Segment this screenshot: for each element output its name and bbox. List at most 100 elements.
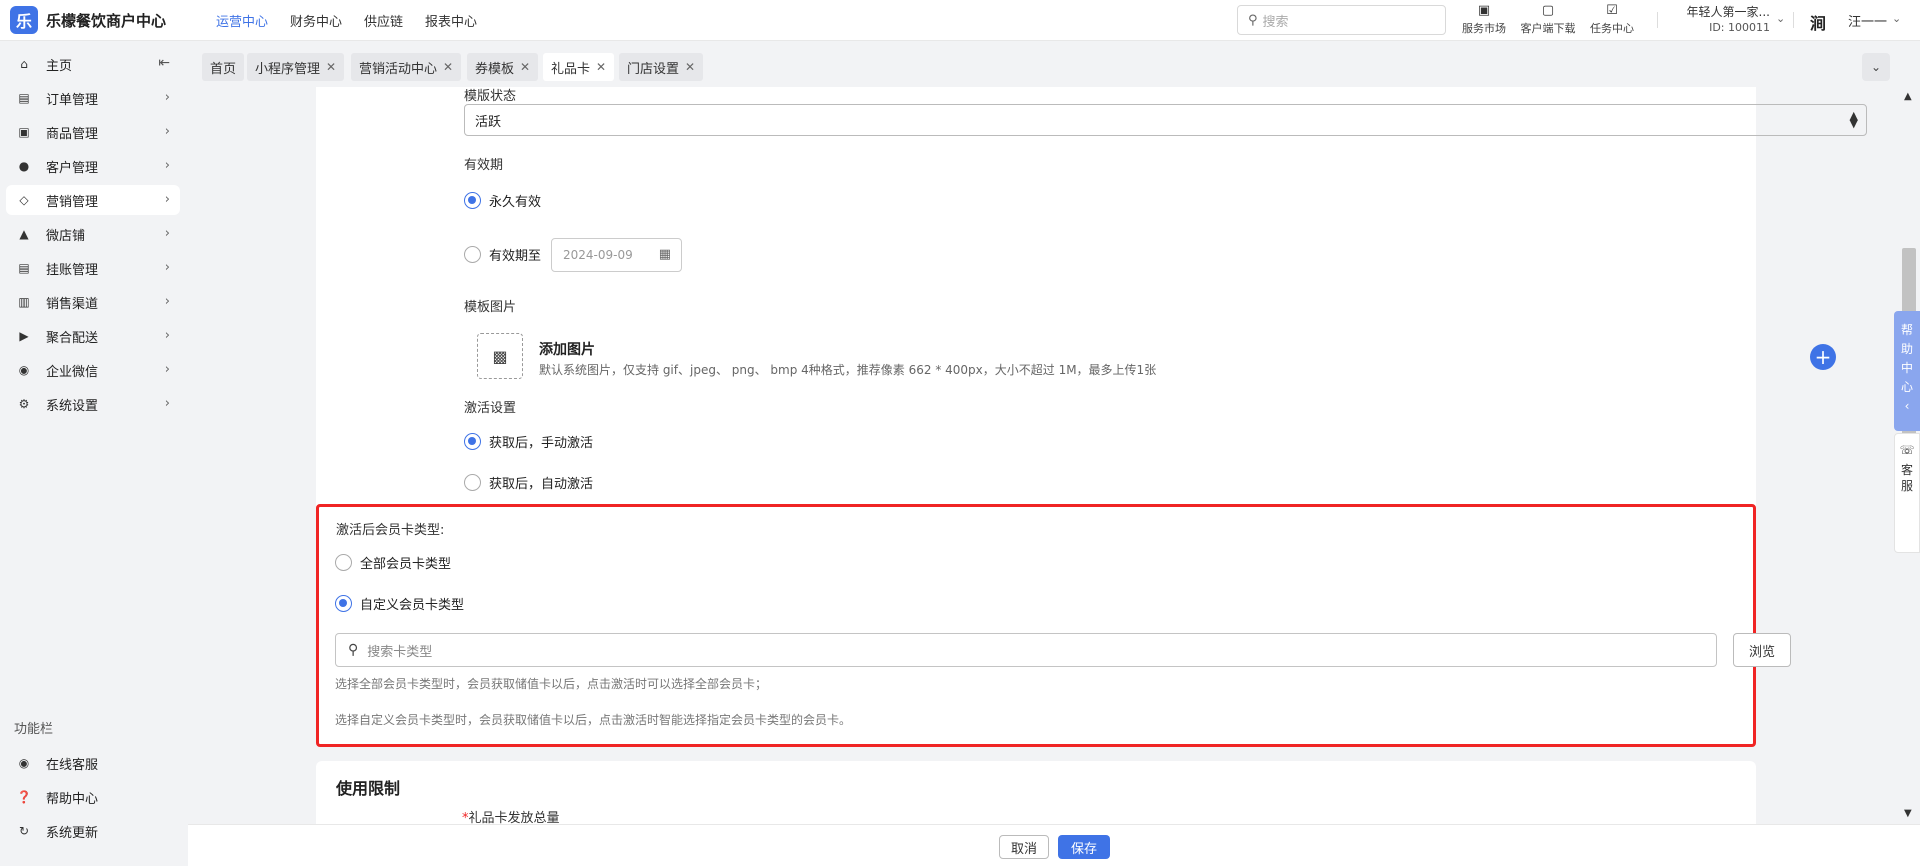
scroll-down-arrow-icon[interactable]: ▼	[1904, 808, 1912, 819]
tenant-id: ID: 100011	[1709, 21, 1770, 34]
sidebar: ⌂ 主页 ⇤ ▤ 订单管理 › ▣ 商品管理 › ● 客户管理 › ◇ 营销管理…	[0, 41, 188, 866]
tab-gift-card[interactable]: 礼品卡 ✕	[543, 53, 615, 81]
card-type-search-input[interactable]: ⚲ 搜索卡类型	[335, 633, 1717, 667]
topnav-supply-chain[interactable]: 供应链	[364, 11, 403, 30]
topnav-reports[interactable]: 报表中心	[425, 11, 477, 30]
sidebar-item-label: 订单管理	[46, 92, 99, 108]
chevron-right-icon: ›	[164, 158, 170, 173]
chevron-right-icon: ›	[164, 124, 170, 139]
logo-icon: 乐	[10, 6, 38, 34]
home-icon: ⌂	[20, 57, 28, 71]
headset-icon: ☏	[1899, 443, 1915, 457]
close-icon[interactable]: ✕	[443, 60, 453, 74]
help-char: 助	[1900, 342, 1913, 356]
close-icon[interactable]: ✕	[596, 60, 606, 74]
app-logo[interactable]: 乐 乐檬餐饮商户中心	[10, 6, 200, 34]
save-button[interactable]: 保存	[1058, 835, 1110, 859]
user-name[interactable]: 汪一一	[1848, 11, 1887, 30]
sidebar-item-settings[interactable]: ⚙ 系统设置 ›	[6, 389, 180, 419]
tool-task-center[interactable]: ☑ 任务中心	[1580, 3, 1644, 36]
sidebar-item-label: 聚合配送	[46, 330, 99, 346]
validity-date-picker[interactable]: 2024-09-09 ▦	[551, 238, 682, 272]
sidebar-item-label: 客户管理	[46, 160, 99, 176]
radio-unchecked-icon	[464, 246, 481, 263]
form-card: 模版状态 活跃 ▲ ▼ 有效期 永久有效 有效期至 2024-09-09 ▦ 模板…	[316, 87, 1867, 507]
usage-limit-title: 使用限制	[336, 779, 401, 798]
scroll-up-arrow-icon[interactable]: ▲	[1904, 91, 1912, 102]
member-type-all-radio[interactable]: 全部会员卡类型	[335, 553, 451, 572]
goods-icon: ▣	[18, 125, 30, 139]
search-icon: ⚲	[348, 642, 359, 658]
tabs-more-button[interactable]: ⌄	[1862, 53, 1890, 81]
sidebar-item-delivery[interactable]: ▶ 聚合配送 ›	[6, 321, 180, 351]
tool-label: 任务中心	[1590, 22, 1634, 35]
kefu-char: 客	[1900, 463, 1913, 477]
help-center-float[interactable]: 帮 助 中 心 ‹	[1894, 311, 1920, 431]
chevron-right-icon: ›	[164, 328, 170, 343]
radio-label: 获取后，自动激活	[489, 477, 594, 492]
topnav-operations[interactable]: 运营中心	[216, 11, 268, 30]
chevron-down-icon[interactable]: ⌄	[1892, 12, 1901, 25]
tab-mini-program[interactable]: 小程序管理 ✕	[247, 53, 345, 81]
sidebar-item-micro-shop[interactable]: ▲ 微店铺 ›	[6, 219, 180, 249]
radio-unchecked-icon	[464, 474, 481, 491]
cancel-button[interactable]: 取消	[999, 835, 1049, 859]
card-type-search-placeholder: 搜索卡类型	[367, 644, 433, 660]
tab-coupon-template[interactable]: 券模板 ✕	[467, 53, 539, 81]
help-char: 中	[1900, 361, 1913, 375]
tab-store-settings[interactable]: 门店设置 ✕	[619, 53, 704, 81]
function-help-center[interactable]: ❓ 帮助中心	[6, 782, 180, 812]
close-icon[interactable]: ✕	[520, 60, 530, 74]
sidebar-item-credit[interactable]: ▤ 挂账管理 ›	[6, 253, 180, 283]
radio-checked-icon	[335, 595, 352, 612]
activation-manual-radio[interactable]: 获取后，手动激活	[464, 432, 593, 451]
template-status-select[interactable]: 活跃 ▲ ▼	[464, 104, 1867, 136]
top-search-input[interactable]: ⚲ 搜索	[1237, 5, 1446, 35]
function-online-service[interactable]: ◉ 在线客服	[6, 748, 180, 778]
customer-service-float[interactable]: ☏ 客 服	[1894, 433, 1920, 553]
browse-button[interactable]: 浏览	[1733, 633, 1791, 667]
tool-service-market[interactable]: ▣ 服务市场	[1452, 3, 1516, 36]
chevron-down-icon[interactable]: ⌄	[1776, 12, 1785, 25]
radio-label: 永久有效	[489, 195, 542, 210]
chevron-left-icon: ‹	[1904, 399, 1910, 413]
function-system-update[interactable]: ↻ 系统更新	[6, 816, 180, 846]
chevron-down-icon: ⌄	[1870, 60, 1882, 74]
sidebar-item-customers[interactable]: ● 客户管理 ›	[6, 151, 180, 181]
sidebar-item-channels[interactable]: ▥ 销售渠道 ›	[6, 287, 180, 317]
image-icon: ▩	[492, 346, 508, 366]
member-type-custom-radio[interactable]: 自定义会员卡类型	[335, 594, 464, 613]
search-icon: ⚲	[1248, 12, 1258, 28]
tab-label: 礼品卡	[551, 61, 591, 77]
tab-home[interactable]: 首页	[202, 53, 245, 81]
sidebar-item-home[interactable]: ⌂ 主页 ⇤	[6, 49, 180, 79]
validity-forever-radio[interactable]: 永久有效	[464, 191, 541, 210]
tab-label: 首页	[210, 61, 237, 77]
help-char: 帮	[1900, 323, 1913, 337]
top-nav: 运营中心 财务中心 供应链 报表中心	[216, 11, 477, 30]
close-icon[interactable]: ✕	[326, 60, 336, 74]
add-image-plus-icon[interactable]: +	[1810, 344, 1836, 370]
sidebar-item-marketing[interactable]: ◇ 营销管理 ›	[6, 185, 180, 215]
sidebar-item-wecom[interactable]: ◉ 企业微信 ›	[6, 355, 180, 385]
activation-auto-radio[interactable]: 获取后，自动激活	[464, 473, 593, 492]
page-tabs: 首页 小程序管理 ✕ 营销活动中心 ✕ 券模板 ✕ 礼品卡 ✕ 门店设置 ✕ ⌄	[188, 41, 1920, 87]
chevron-right-icon: ›	[164, 226, 170, 241]
tab-label: 营销活动中心	[359, 61, 438, 77]
sidebar-item-orders[interactable]: ▤ 订单管理 ›	[6, 83, 180, 113]
chevron-right-icon: ›	[164, 294, 170, 309]
sidebar-item-label: 微店铺	[46, 228, 86, 244]
sidebar-item-goods[interactable]: ▣ 商品管理 ›	[6, 117, 180, 147]
radio-label: 获取后，手动激活	[489, 436, 594, 451]
image-upload-button[interactable]: ▩	[477, 333, 523, 379]
radio-checked-icon	[464, 433, 481, 450]
validity-until-radio[interactable]: 有效期至	[464, 245, 541, 264]
tab-label: 券模板	[475, 61, 515, 77]
close-icon[interactable]: ✕	[685, 60, 695, 74]
tenant-switcher[interactable]: 年轻人第一家... ID: 100011	[1672, 4, 1770, 36]
topnav-finance[interactable]: 财务中心	[290, 11, 342, 30]
tab-marketing-center[interactable]: 营销活动中心 ✕	[351, 53, 462, 81]
tool-client-download[interactable]: ▢ 客户端下载	[1516, 3, 1580, 36]
sidebar-item-label: 营销管理	[46, 194, 99, 210]
collapse-sidebar-icon[interactable]: ⇤	[158, 55, 170, 71]
